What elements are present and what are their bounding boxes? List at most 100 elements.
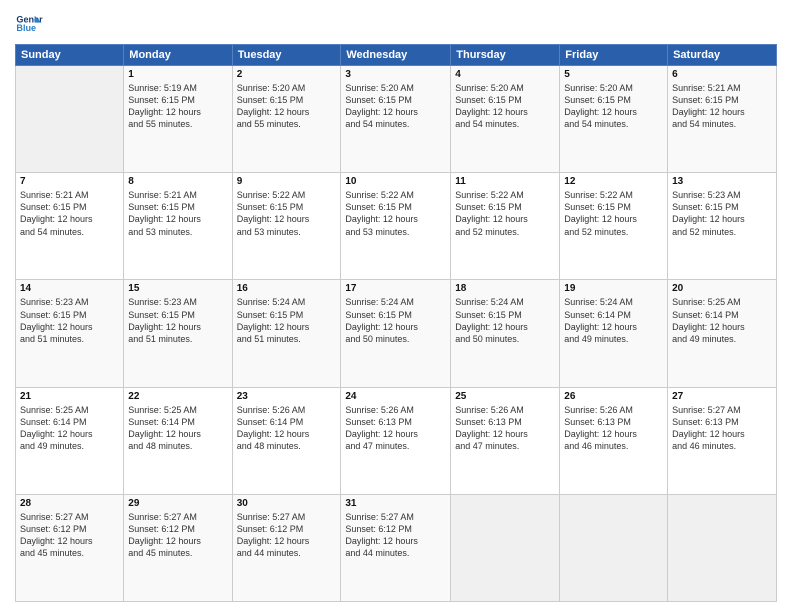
calendar-week-row: 1Sunrise: 5:19 AMSunset: 6:15 PMDaylight… [16,66,777,173]
day-info-line: Sunset: 6:12 PM [20,523,119,535]
day-number: 27 [672,391,772,402]
day-info-line: Sunrise: 5:21 AM [128,189,227,201]
calendar-week-row: 7Sunrise: 5:21 AMSunset: 6:15 PMDaylight… [16,173,777,280]
calendar-cell: 3Sunrise: 5:20 AMSunset: 6:15 PMDaylight… [341,66,451,173]
day-info-line: and 55 minutes. [237,118,337,130]
calendar-week-row: 14Sunrise: 5:23 AMSunset: 6:15 PMDayligh… [16,280,777,387]
day-info-line: Sunset: 6:13 PM [564,416,663,428]
day-info-line: Sunrise: 5:20 AM [564,82,663,94]
day-info-line: and 44 minutes. [345,547,446,559]
calendar-cell: 24Sunrise: 5:26 AMSunset: 6:13 PMDayligh… [341,387,451,494]
calendar-cell: 20Sunrise: 5:25 AMSunset: 6:14 PMDayligh… [668,280,777,387]
calendar-day-header: Wednesday [341,45,451,66]
day-number: 6 [672,69,772,80]
calendar-cell: 13Sunrise: 5:23 AMSunset: 6:15 PMDayligh… [668,173,777,280]
calendar-cell: 25Sunrise: 5:26 AMSunset: 6:13 PMDayligh… [451,387,560,494]
day-info-line: Daylight: 12 hours [128,535,227,547]
day-info-line: Sunrise: 5:27 AM [20,511,119,523]
calendar-cell: 28 Sunrise: 5:27 AMSunset: 6:12 PMDayligh… [16,494,124,601]
day-info-line: Daylight: 12 hours [20,213,119,225]
day-info-line: and 55 minutes. [128,118,227,130]
calendar-cell: 21Sunrise: 5:25 AMSunset: 6:14 PMDayligh… [16,387,124,494]
day-info-line: Sunrise: 5:21 AM [20,189,119,201]
calendar-cell: 30Sunrise: 5:27 AMSunset: 6:12 PMDayligh… [232,494,341,601]
day-info-line: Daylight: 12 hours [20,428,119,440]
calendar-cell: 1Sunrise: 5:19 AMSunset: 6:15 PMDaylight… [124,66,232,173]
day-info-line: Sunset: 6:14 PM [564,309,663,321]
day-info-line: Sunrise: 5:22 AM [345,189,446,201]
day-number: 10 [345,176,446,187]
day-info-line: Sunset: 6:15 PM [345,309,446,321]
day-info-line: and 54 minutes. [564,118,663,130]
calendar-cell: 22Sunrise: 5:25 AMSunset: 6:14 PMDayligh… [124,387,232,494]
day-info-line: Daylight: 12 hours [672,106,772,118]
day-info-line: and 53 minutes. [345,226,446,238]
day-info-line: and 51 minutes. [128,333,227,345]
day-info-line: and 52 minutes. [455,226,555,238]
day-number: 21 [20,391,119,402]
calendar-day-header: Thursday [451,45,560,66]
day-info-line: Daylight: 12 hours [128,213,227,225]
day-info-line: Daylight: 12 hours [672,213,772,225]
day-number: 20 [672,283,772,294]
day-info-line: and 49 minutes. [672,333,772,345]
calendar-day-header: Monday [124,45,232,66]
day-number: 25 [455,391,555,402]
day-info-line: Sunrise: 5:26 AM [564,404,663,416]
calendar-day-header: Sunday [16,45,124,66]
calendar-week-row: 21Sunrise: 5:25 AMSunset: 6:14 PMDayligh… [16,387,777,494]
day-info-line: and 54 minutes. [455,118,555,130]
calendar-day-header: Friday [560,45,668,66]
day-info-line: Sunrise: 5:26 AM [455,404,555,416]
day-info-line: Daylight: 12 hours [20,321,119,333]
calendar-cell: 26Sunrise: 5:26 AMSunset: 6:13 PMDayligh… [560,387,668,494]
day-info-line: Sunrise: 5:27 AM [345,511,446,523]
day-info-line: Daylight: 12 hours [455,321,555,333]
day-info-line: Sunset: 6:12 PM [237,523,337,535]
day-number: 28 [20,498,119,509]
day-number: 19 [564,283,663,294]
calendar-cell [668,494,777,601]
day-info-line: Daylight: 12 hours [345,106,446,118]
day-info-line: Sunset: 6:15 PM [128,309,227,321]
day-info-line: Daylight: 12 hours [20,535,119,547]
day-info-line: and 45 minutes. [128,547,227,559]
day-info-line: Sunset: 6:15 PM [455,94,555,106]
calendar-cell: 8Sunrise: 5:21 AMSunset: 6:15 PMDaylight… [124,173,232,280]
calendar-cell: 4Sunrise: 5:20 AMSunset: 6:15 PMDaylight… [451,66,560,173]
day-info-line: Sunrise: 5:24 AM [345,296,446,308]
day-info-line: Sunset: 6:15 PM [128,201,227,213]
day-info-line: and 45 minutes. [20,547,119,559]
day-info-line: and 49 minutes. [564,333,663,345]
day-info-line: and 54 minutes. [672,118,772,130]
day-info-line: Sunset: 6:13 PM [345,416,446,428]
day-info-line: Sunset: 6:15 PM [564,201,663,213]
day-number: 24 [345,391,446,402]
calendar-cell: 17Sunrise: 5:24 AMSunset: 6:15 PMDayligh… [341,280,451,387]
day-number: 4 [455,69,555,80]
day-info-line: Sunset: 6:13 PM [455,416,555,428]
calendar-cell: 15Sunrise: 5:23 AMSunset: 6:15 PMDayligh… [124,280,232,387]
calendar-day-header: Saturday [668,45,777,66]
header: General Blue [15,10,777,38]
day-number: 23 [237,391,337,402]
day-number: 14 [20,283,119,294]
calendar-day-header: Tuesday [232,45,341,66]
day-info-line: Daylight: 12 hours [237,535,337,547]
calendar-cell [451,494,560,601]
day-info-line: Sunset: 6:15 PM [455,201,555,213]
day-info-line: Sunrise: 5:22 AM [455,189,555,201]
day-info-line: Sunrise: 5:20 AM [345,82,446,94]
day-info-line: Sunrise: 5:22 AM [564,189,663,201]
day-number: 26 [564,391,663,402]
day-info-line: and 44 minutes. [237,547,337,559]
calendar-cell: 5Sunrise: 5:20 AMSunset: 6:15 PMDaylight… [560,66,668,173]
day-info-line: Sunset: 6:15 PM [20,201,119,213]
day-info-line: Daylight: 12 hours [455,106,555,118]
day-info-line: Sunset: 6:12 PM [345,523,446,535]
day-info-line: Daylight: 12 hours [128,428,227,440]
day-info-line: Daylight: 12 hours [237,106,337,118]
day-info-line: Sunrise: 5:23 AM [128,296,227,308]
day-info-line: Sunset: 6:14 PM [20,416,119,428]
day-info-line: Sunrise: 5:24 AM [564,296,663,308]
